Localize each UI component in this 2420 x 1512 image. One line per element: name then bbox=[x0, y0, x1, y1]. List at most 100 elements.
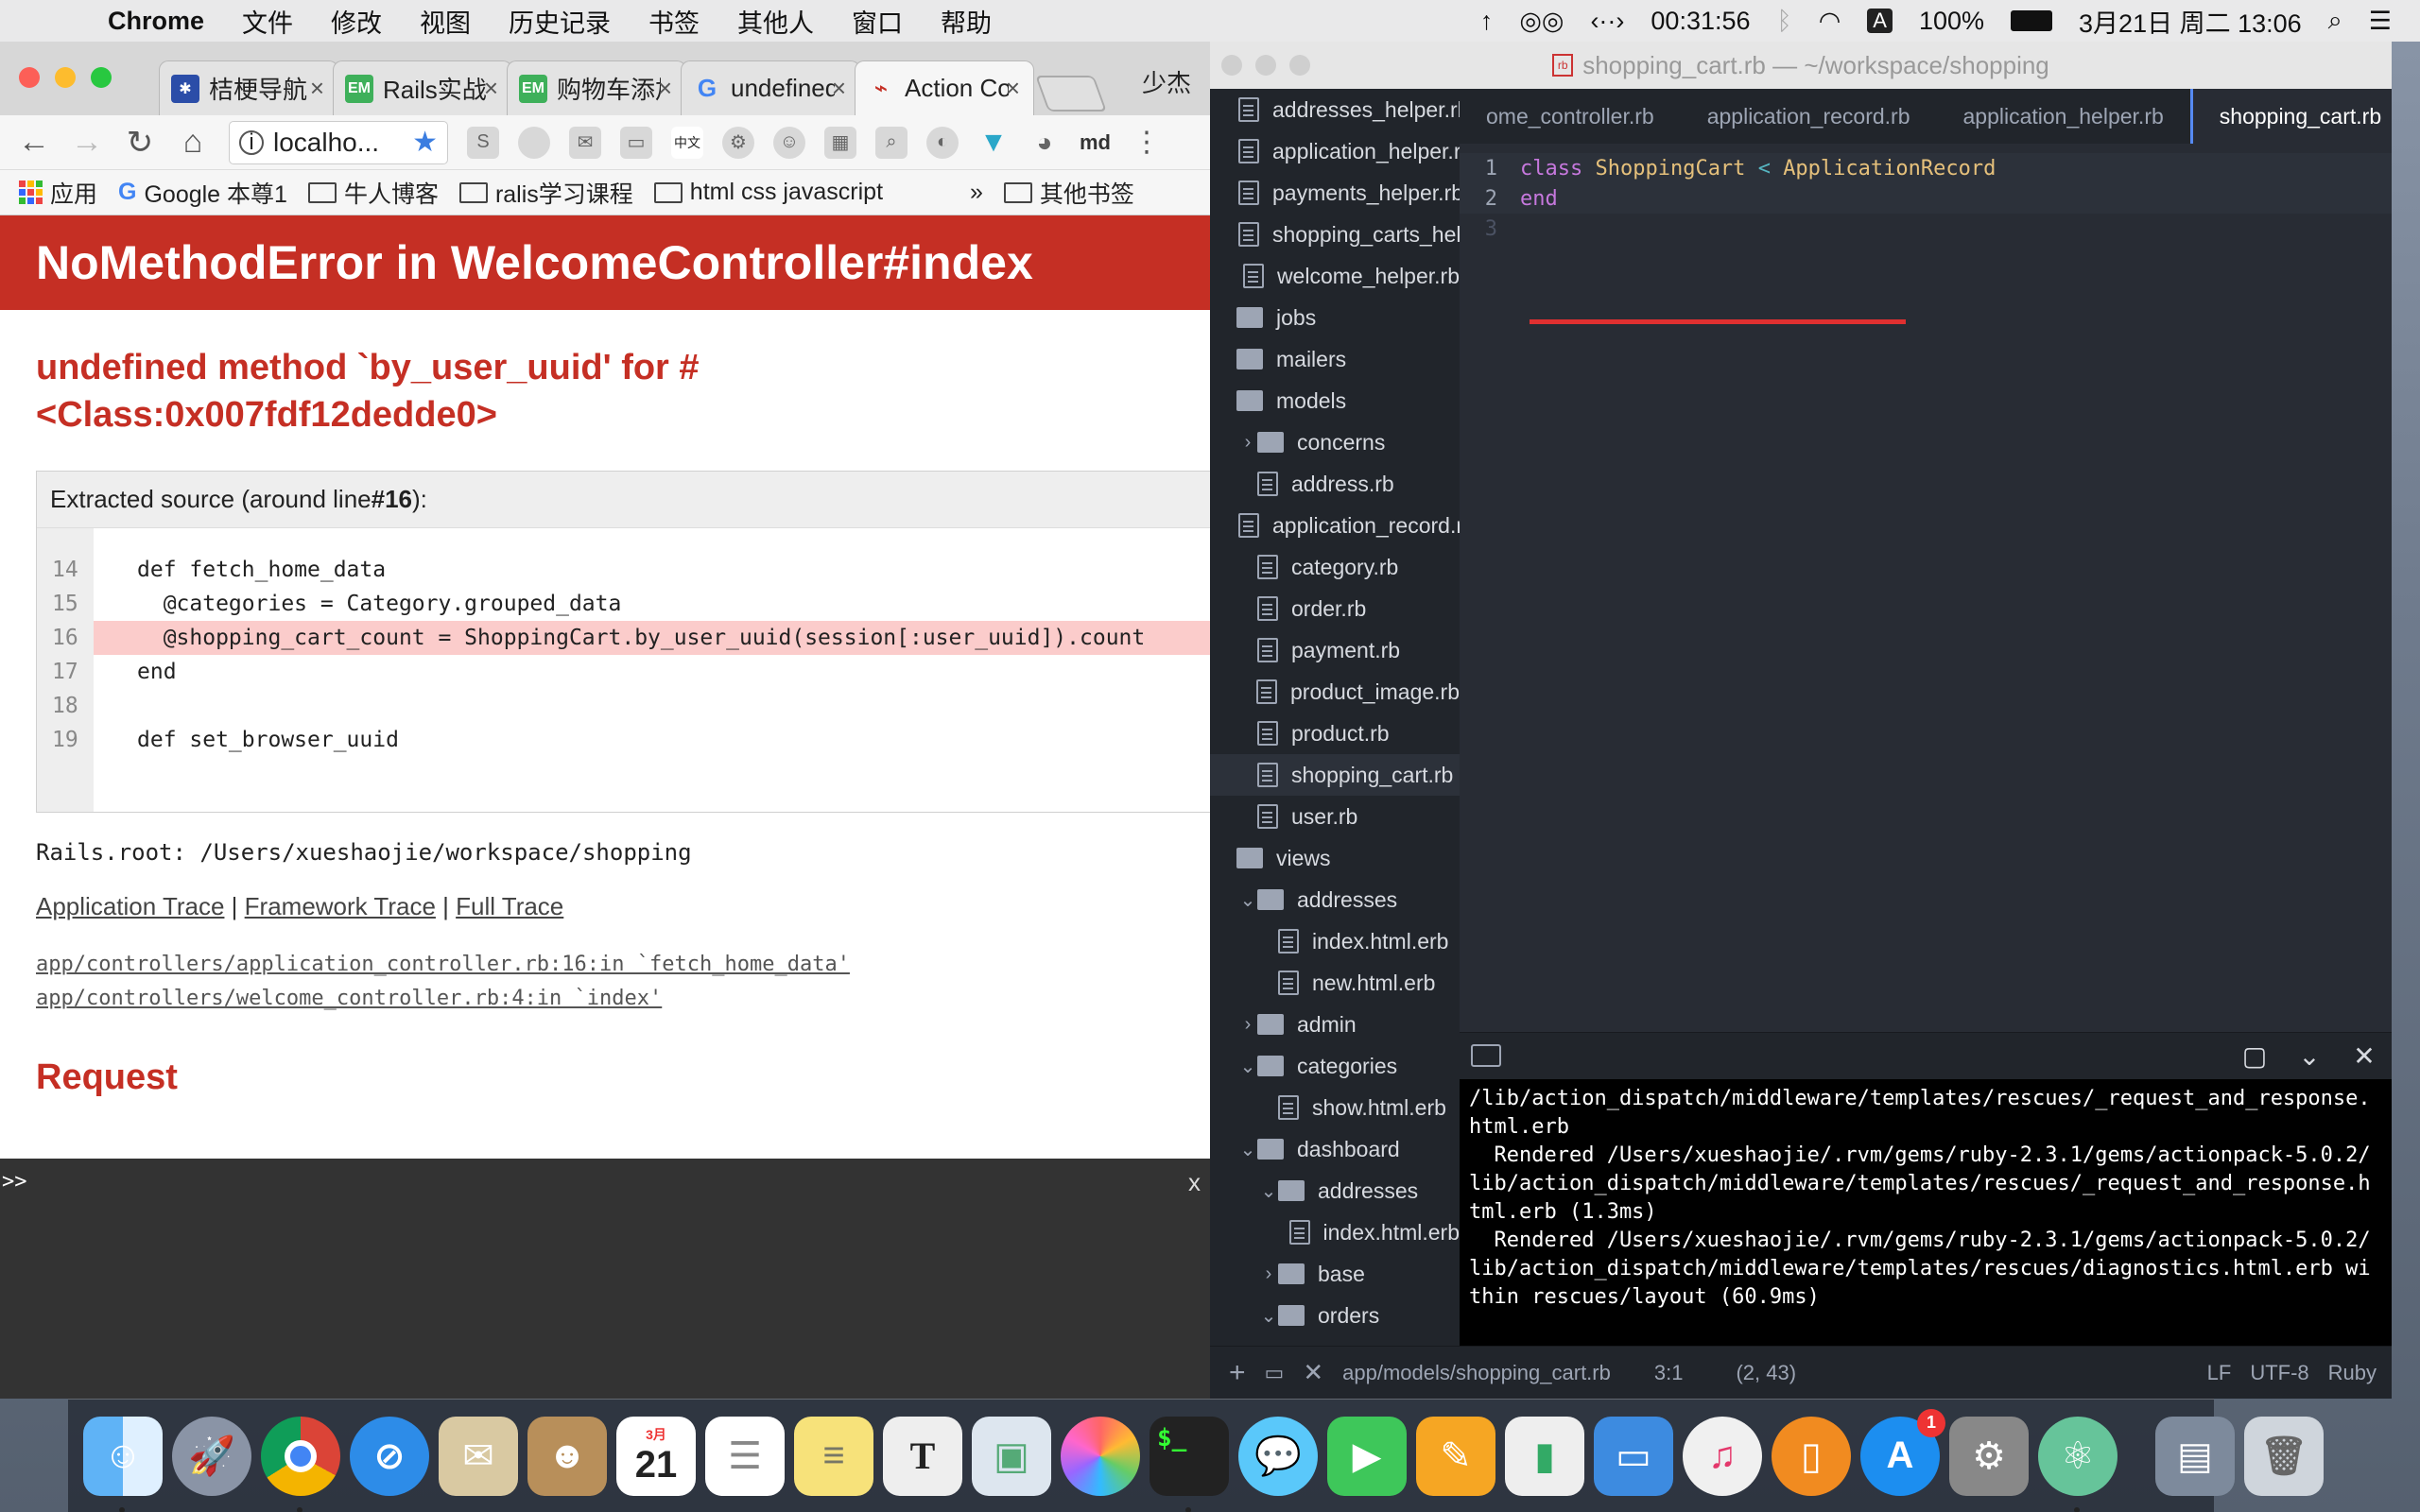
atom-icon[interactable]: ⚛ bbox=[2038, 1416, 2118, 1512]
tree-file[interactable]: product_image.rb bbox=[1210, 671, 1460, 713]
bookmark-star-icon[interactable]: ★ bbox=[412, 126, 438, 159]
keynote-icon[interactable]: ▭ bbox=[1594, 1416, 1673, 1496]
messages-icon[interactable]: 💬 bbox=[1238, 1416, 1318, 1496]
terminal-app-icon[interactable]: $_ bbox=[1150, 1416, 1229, 1512]
tree-file[interactable]: payment.rb bbox=[1210, 629, 1460, 671]
extension-s-icon[interactable]: S bbox=[467, 126, 499, 159]
tree-file[interactable]: index.html.erb bbox=[1210, 1211, 1460, 1253]
tree-folder[interactable]: ⌄ addresses bbox=[1210, 879, 1460, 920]
new-tab-button[interactable] bbox=[1035, 76, 1107, 112]
finder-icon[interactable]: ☺ bbox=[83, 1416, 163, 1512]
grammar-selector[interactable]: Ruby bbox=[2328, 1361, 2377, 1385]
menu-bookmarks[interactable]: 书签 bbox=[630, 3, 718, 40]
tree-file[interactable]: new.html.erb bbox=[1210, 962, 1460, 1004]
browser-tab[interactable]: G undefined × bbox=[681, 60, 860, 115]
chevron-down-icon[interactable]: ⌄ bbox=[1238, 1138, 1257, 1161]
gmail-checker-icon[interactable]: ✉ bbox=[569, 126, 601, 159]
tree-file[interactable]: application_helper.rb bbox=[1210, 130, 1460, 172]
bookmark-google[interactable]: G Google 本尊1 bbox=[118, 176, 287, 210]
wifi-icon[interactable]: ◠ bbox=[1819, 7, 1841, 36]
trace-line[interactable]: app/controllers/welcome_controller.rb:4:… bbox=[36, 982, 1210, 1016]
markdown-extension-icon[interactable]: md bbox=[1080, 127, 1111, 159]
numbers-icon[interactable]: ▮ bbox=[1505, 1416, 1584, 1496]
address-bar[interactable]: i localho... ★ bbox=[229, 120, 448, 164]
tree-folder[interactable]: ⌄ dashboard bbox=[1210, 1128, 1460, 1170]
extension-box-icon[interactable]: ▭ bbox=[620, 126, 652, 159]
terminal-panel[interactable]: ▢ ⌄ ✕ /lib/action_dispatch/middleware/te… bbox=[1460, 1032, 2392, 1346]
close-tab-icon[interactable]: × bbox=[658, 74, 672, 103]
extension-table-icon[interactable]: ▦ bbox=[824, 126, 856, 159]
chevron-right-icon[interactable]: › bbox=[1259, 1263, 1278, 1285]
bluetooth-icon[interactable]: ᛒ bbox=[1777, 7, 1792, 36]
chrome-menu-icon[interactable]: ⋮ bbox=[1130, 126, 1164, 159]
bookmark-folder[interactable]: html css javascript bbox=[653, 179, 883, 206]
zoom-window-button[interactable] bbox=[1289, 55, 1310, 76]
file-path[interactable]: app/models/shopping_cart.rb bbox=[1342, 1361, 1611, 1385]
forward-icon[interactable]: → bbox=[70, 124, 104, 161]
close-terminal-icon[interactable]: ✕ bbox=[1303, 1358, 1323, 1387]
menu-edit[interactable]: 修改 bbox=[312, 3, 401, 40]
menu-file[interactable]: 文件 bbox=[223, 3, 312, 40]
code-icon[interactable]: ‹··› bbox=[1590, 7, 1624, 36]
full-trace-link[interactable]: Full Trace bbox=[456, 892, 563, 920]
input-source-icon[interactable]: A bbox=[1867, 9, 1893, 33]
extension-gear-icon[interactable]: ⚙ bbox=[722, 126, 754, 159]
tree-file[interactable]: welcome_helper.rb bbox=[1210, 255, 1460, 297]
editor-tab[interactable]: application_helper.rb bbox=[1937, 89, 2190, 144]
keyboard-icon[interactable] bbox=[1471, 1044, 1501, 1067]
maximize-icon[interactable]: ▢ bbox=[2240, 1042, 2269, 1071]
chevron-down-icon[interactable]: ⌄ bbox=[2295, 1042, 2324, 1071]
contacts-icon[interactable]: ☻ bbox=[527, 1416, 607, 1496]
calendar-icon[interactable]: 3月 21 bbox=[616, 1416, 696, 1496]
add-terminal-icon[interactable]: + bbox=[1229, 1357, 1246, 1389]
ibooks-icon[interactable]: ▯ bbox=[1772, 1416, 1851, 1496]
editor-line[interactable]: 3 bbox=[1460, 214, 2392, 244]
bookmark-folder[interactable]: ralis学习课程 bbox=[458, 176, 633, 210]
tree-folder[interactable]: › concerns bbox=[1210, 421, 1460, 463]
vue-devtools-icon[interactable]: ▼ bbox=[977, 127, 1010, 159]
pages-icon[interactable]: ✎ bbox=[1416, 1416, 1495, 1496]
close-window-button[interactable] bbox=[1221, 55, 1242, 76]
minimize-window-button[interactable] bbox=[55, 67, 76, 88]
selection-count[interactable]: (2, 43) bbox=[1736, 1361, 1796, 1385]
terminal-icon[interactable]: ▭ bbox=[1265, 1361, 1285, 1385]
chevron-right-icon[interactable]: › bbox=[1238, 432, 1257, 454]
cursor-position[interactable]: 3:1 bbox=[1654, 1361, 1684, 1385]
tree-folder[interactable]: jobs bbox=[1210, 297, 1460, 338]
itunes-icon[interactable]: ♫ bbox=[1683, 1416, 1762, 1496]
preview-icon[interactable]: ▣ bbox=[972, 1416, 1051, 1496]
tree-file[interactable]: product.rb bbox=[1210, 713, 1460, 754]
chevron-down-icon[interactable]: ⌄ bbox=[1259, 1304, 1278, 1328]
application-trace-link[interactable]: Application Trace bbox=[36, 892, 224, 920]
app-store-icon[interactable]: A1 bbox=[1860, 1408, 1945, 1496]
battery-icon[interactable] bbox=[2011, 10, 2053, 31]
tree-folder[interactable]: › admin bbox=[1210, 1004, 1460, 1045]
bookmark-apps[interactable]: 应用 bbox=[19, 176, 97, 210]
other-bookmarks[interactable]: 其他书签 bbox=[1003, 176, 1134, 210]
extension-circle-icon[interactable] bbox=[518, 126, 550, 159]
tree-file[interactable]: address.rb bbox=[1210, 463, 1460, 505]
editor-line[interactable]: 2 end bbox=[1460, 183, 2392, 214]
tree-folder[interactable]: views bbox=[1210, 837, 1460, 879]
tree-folder[interactable]: ⌄ categories bbox=[1210, 1045, 1460, 1087]
zoom-window-button[interactable] bbox=[91, 67, 112, 88]
close-tab-icon[interactable]: × bbox=[1006, 74, 1020, 103]
facetime-icon[interactable]: ▶ bbox=[1327, 1416, 1407, 1496]
console-close-icon[interactable]: x bbox=[1188, 1168, 1201, 1197]
menu-view[interactable]: 视图 bbox=[401, 3, 490, 40]
tree-folder[interactable]: › base bbox=[1210, 1253, 1460, 1295]
trash-icon[interactable]: 🗑 bbox=[2244, 1416, 2324, 1496]
tree-file[interactable]: payments_helper.rb bbox=[1210, 172, 1460, 214]
tree-folder[interactable]: ⌄ addresses bbox=[1210, 1170, 1460, 1211]
menu-people[interactable]: 其他人 bbox=[718, 3, 833, 40]
code-editor[interactable]: 1 class ShoppingCart < ApplicationRecord… bbox=[1460, 144, 2392, 244]
chevron-right-icon[interactable]: › bbox=[1238, 1014, 1257, 1036]
tree-folder[interactable]: mailers bbox=[1210, 338, 1460, 380]
downloads-stack-icon[interactable]: ▤ bbox=[2155, 1416, 2235, 1496]
tree-file[interactable]: application_record.rb bbox=[1210, 505, 1460, 546]
menu-app-name[interactable]: Chrome bbox=[89, 7, 223, 36]
tree-folder[interactable]: ⌄ orders bbox=[1210, 1295, 1460, 1336]
chevron-down-icon[interactable]: ⌄ bbox=[1238, 888, 1257, 912]
reload-icon[interactable]: ↻ bbox=[123, 124, 157, 162]
menubar-clock[interactable]: 00:31:56 bbox=[1651, 7, 1750, 36]
